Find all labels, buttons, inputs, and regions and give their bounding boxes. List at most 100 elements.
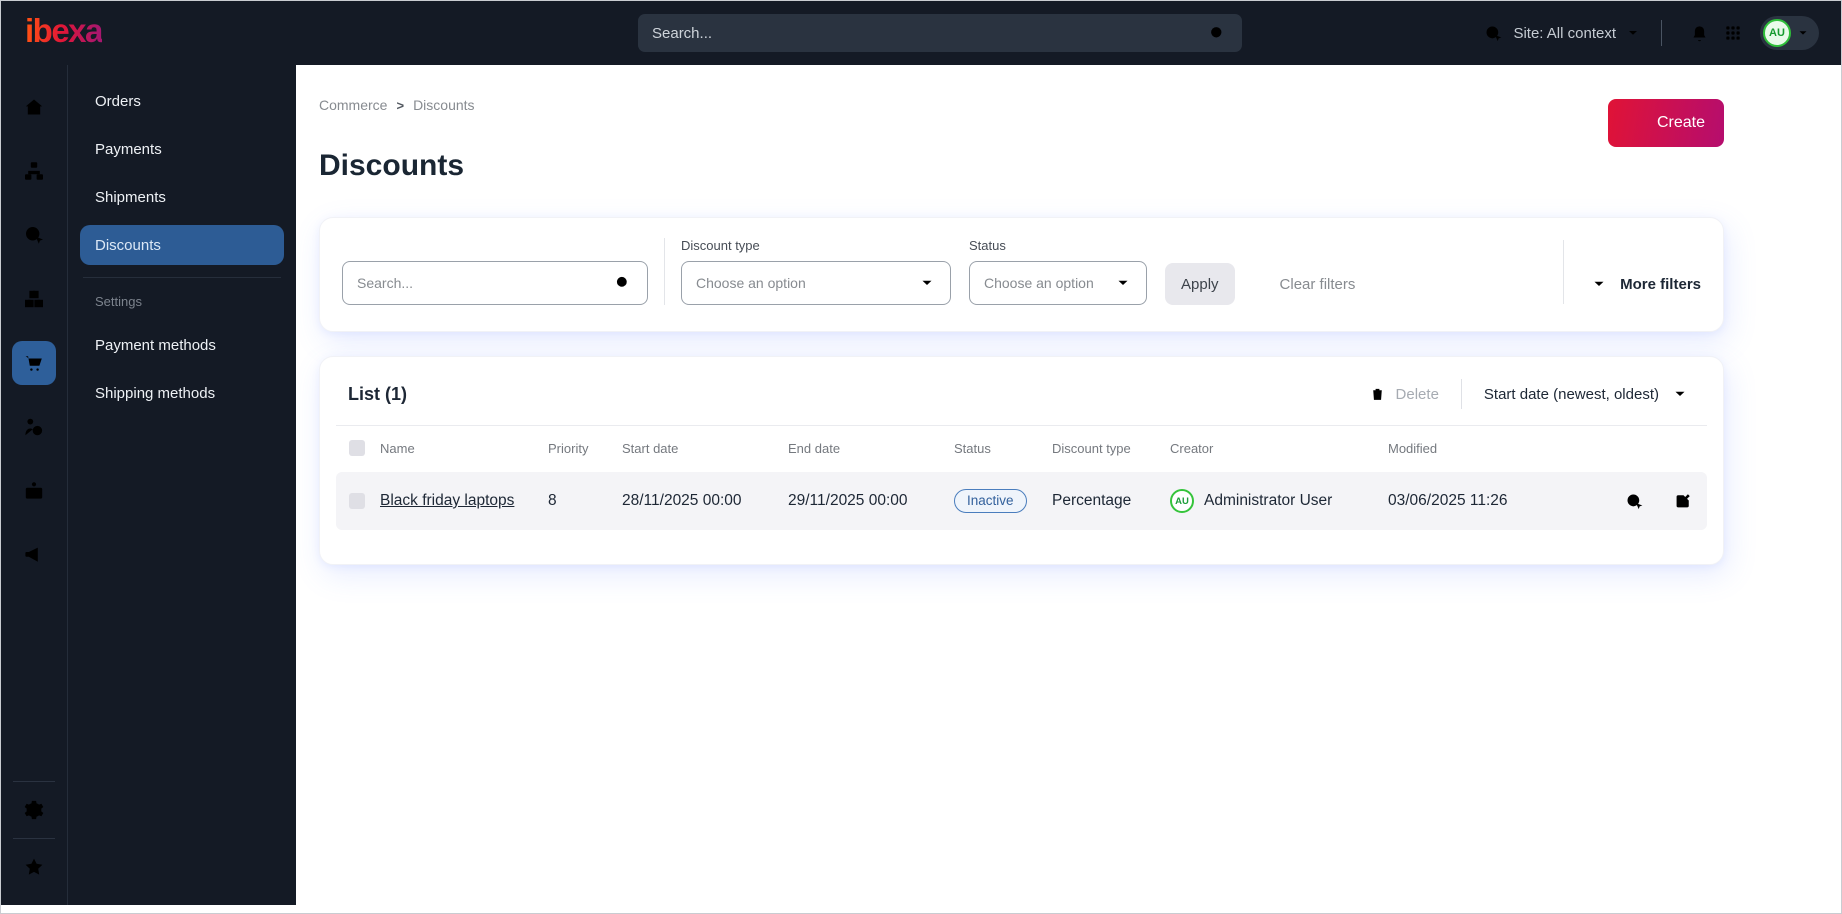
discount-type-label: Discount type	[681, 238, 760, 253]
creator-cell: AU Administrator User	[1170, 489, 1388, 513]
delete-button[interactable]: Delete	[1368, 385, 1439, 404]
list-header: List (1) Delete Start date (newest, olde…	[336, 375, 1707, 426]
status-filter: Status Choose an option	[969, 238, 1147, 305]
nav-home[interactable]	[12, 85, 56, 129]
bell-icon	[1689, 23, 1710, 44]
products-boxes-icon	[22, 287, 46, 311]
column-header-name: Name	[380, 440, 415, 456]
globe-cursor-icon	[22, 223, 46, 247]
nav-commerce[interactable]	[12, 341, 56, 385]
status-value: Choose an option	[984, 275, 1094, 291]
app-switcher-button[interactable]	[1716, 16, 1750, 50]
breadcrumb: Commerce > Discounts	[319, 97, 1724, 113]
nav-rail	[1, 65, 68, 905]
more-filters-button[interactable]: More filters	[1590, 263, 1701, 305]
rail-divider	[13, 781, 55, 782]
column-header-end-date: End date	[788, 440, 841, 456]
topbar-right: Site: All context AU	[1483, 16, 1819, 50]
modified-cell: 03/06/2025 11:26	[1388, 492, 1508, 509]
site-context-label: Site: All context	[1513, 24, 1616, 42]
sidebar-item-payments[interactable]: Payments	[80, 129, 284, 169]
discount-type-cell: Percentage	[1052, 492, 1132, 509]
delete-button-label: Delete	[1395, 385, 1439, 403]
sort-dropdown[interactable]: Start date (newest, oldest)	[1484, 385, 1695, 403]
global-search-input[interactable]	[652, 24, 1207, 42]
nav-favorites[interactable]	[12, 845, 56, 889]
status-select[interactable]: Choose an option	[969, 261, 1147, 305]
discount-name-link[interactable]: Black friday laptops	[380, 492, 514, 509]
notifications-button[interactable]	[1682, 16, 1716, 50]
filter-search-input[interactable]	[357, 275, 613, 291]
nav-customers[interactable]	[12, 405, 56, 449]
column-header-status: Status	[954, 440, 991, 456]
filters-panel: Discount type Choose an option Status Ch…	[319, 217, 1724, 332]
filter-search	[342, 261, 648, 305]
list-header-actions: Delete Start date (newest, oldest)	[1368, 379, 1695, 409]
filter-divider	[1563, 239, 1565, 304]
nav-content-tree[interactable]	[12, 149, 56, 193]
app-window: ibexa Site: All context AU	[0, 0, 1842, 914]
plus-icon	[1627, 114, 1646, 133]
column-header-priority: Priority	[548, 440, 589, 456]
more-filters-label: More filters	[1620, 275, 1701, 293]
clear-filters-button[interactable]: Clear filters	[1255, 263, 1356, 305]
gear-icon	[22, 798, 46, 822]
chevron-down-icon	[1796, 26, 1810, 40]
user-menu[interactable]: AU	[1760, 16, 1819, 50]
breadcrumb-discounts[interactable]: Discounts	[413, 97, 474, 113]
sidebar-divider	[83, 277, 281, 278]
nav-promotions[interactable]	[12, 533, 56, 577]
megaphone-icon	[22, 543, 46, 567]
site-context-selector[interactable]: Site: All context	[1483, 23, 1641, 44]
ibexa-logo[interactable]: ibexa	[25, 14, 103, 53]
sidebar-item-shipments[interactable]: Shipments	[80, 177, 284, 217]
site-globe-icon	[1483, 23, 1504, 44]
create-button-label: Create	[1656, 114, 1705, 131]
start-date-cell: 28/11/2025 00:00	[622, 492, 742, 509]
priority-cell: 8	[548, 492, 557, 509]
commerce-sidebar: Orders Payments Shipments Discounts Sett…	[68, 65, 296, 905]
filter-divider	[664, 238, 665, 305]
edit-icon[interactable]	[1673, 491, 1693, 511]
status-badge: Inactive	[954, 489, 1027, 513]
chevron-down-icon	[1671, 385, 1689, 403]
creator-name: Administrator User	[1204, 492, 1333, 509]
chevron-down-icon	[918, 274, 936, 292]
topbar: ibexa Site: All context AU	[1, 1, 1841, 65]
nav-site[interactable]	[12, 213, 56, 257]
chevron-down-icon	[1625, 25, 1641, 41]
sidebar-item-payment-methods[interactable]: Payment methods	[80, 325, 284, 365]
nav-settings[interactable]	[12, 788, 56, 832]
breadcrumb-commerce[interactable]: Commerce	[319, 97, 387, 113]
end-date-cell: 29/11/2025 00:00	[788, 492, 908, 509]
avatar: AU	[1763, 19, 1791, 47]
create-button[interactable]: Create	[1607, 99, 1724, 147]
sidebar-item-shipping-methods[interactable]: Shipping methods	[80, 373, 284, 413]
table-row: Black friday laptops 8 28/11/2025 00:00 …	[336, 472, 1707, 530]
global-search	[638, 14, 1242, 52]
chevron-down-icon	[1114, 274, 1132, 292]
nav-products[interactable]	[12, 277, 56, 321]
search-icon[interactable]	[613, 273, 633, 293]
clear-filters-label: Clear filters	[1279, 275, 1356, 293]
sort-dropdown-label: Start date (newest, oldest)	[1483, 385, 1659, 403]
sidebar-item-discounts[interactable]: Discounts	[80, 225, 284, 265]
select-all-checkbox[interactable]	[349, 440, 365, 456]
chevron-down-icon	[1590, 275, 1608, 293]
nav-company[interactable]	[12, 469, 56, 513]
search-icon[interactable]	[1207, 23, 1228, 44]
discount-type-value: Choose an option	[696, 275, 806, 291]
status-label: Status	[969, 238, 1006, 253]
grid-icon	[1723, 23, 1743, 43]
id-badge-icon	[22, 479, 46, 503]
row-checkbox[interactable]	[349, 493, 365, 509]
preview-disabled-icon[interactable]	[1624, 491, 1645, 512]
table-header: Name Priority Start date End date Status…	[336, 426, 1707, 468]
creator-avatar: AU	[1170, 489, 1194, 513]
apply-button[interactable]: Apply	[1165, 263, 1235, 305]
sidebar-item-orders[interactable]: Orders	[80, 81, 284, 121]
star-icon	[22, 855, 46, 879]
discount-type-select[interactable]: Choose an option	[681, 261, 951, 305]
list-title: List (1)	[348, 383, 408, 404]
topbar-divider	[1661, 20, 1662, 46]
